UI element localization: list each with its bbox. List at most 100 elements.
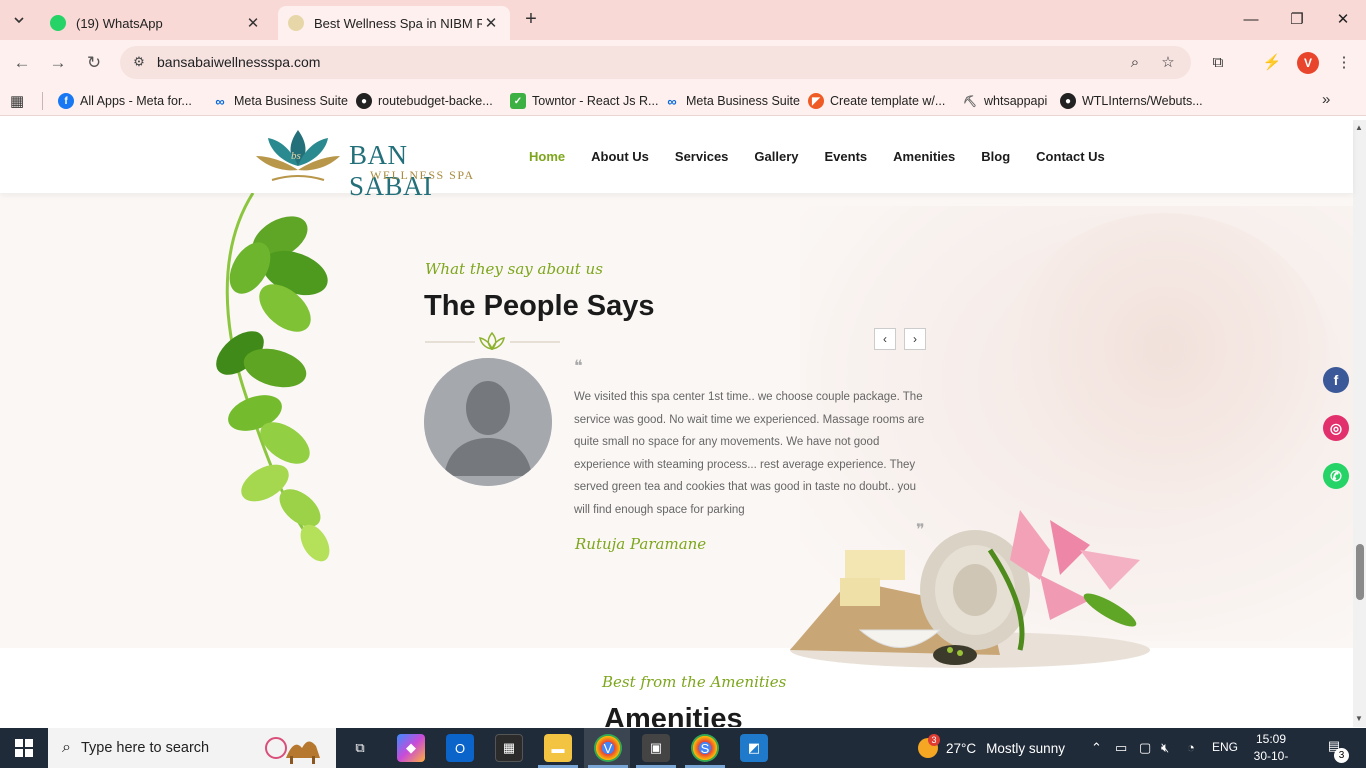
performance-icon[interactable]: ⚡ <box>1259 50 1285 76</box>
spa-lotus-icon <box>288 15 304 31</box>
testimonial-next-button[interactable]: › <box>904 328 926 350</box>
bookmark-item[interactable]: ⛏ whtsappapi <box>962 91 1047 111</box>
browser-tab-strip: (19) WhatsApp ✕ Best Wellness Spa in NIB… <box>0 0 1366 40</box>
page-scrollbar[interactable]: ▲ ▼ <box>1353 120 1366 727</box>
close-tab-icon[interactable]: ✕ <box>244 14 262 32</box>
zoom-icon[interactable]: ⌕ <box>1124 52 1146 74</box>
bookmark-item[interactable]: ● routebudget-backe... <box>356 91 493 111</box>
chevron-up-icon[interactable]: ⌃ <box>1091 740 1102 756</box>
network-icon[interactable]: ◔ <box>1187 740 1195 755</box>
file-explorer-icon[interactable]: ▬ <box>544 734 572 762</box>
review-text: We visited this spa center 1st time.. we… <box>574 391 925 516</box>
app-window-icon[interactable]: ▣ <box>642 734 670 762</box>
start-button[interactable] <box>0 728 48 768</box>
web-page: bs BAN SABAI WELLNESS SPA Home About Us … <box>0 120 1366 727</box>
bookmark-label: routebudget-backe... <box>378 94 493 108</box>
chrome-profile-s-icon[interactable]: S <box>691 734 719 762</box>
weather-widget[interactable]: 27°C Mostly sunny <box>918 728 1065 768</box>
bookmark-label: Towntor - React Js R... <box>532 94 659 108</box>
ban-sabai-logo[interactable]: bs BAN SABAI WELLNESS SPA <box>252 126 492 201</box>
quote-open-icon: ❝ <box>574 356 583 375</box>
instagram-icon[interactable]: ◎ <box>1323 415 1349 441</box>
bookmark-item[interactable]: ● WTLInterns/Webuts... <box>1060 91 1203 111</box>
apps-grid-icon[interactable]: ▦ <box>10 92 24 110</box>
address-bar[interactable]: ⚙ bansabaiwellnessspa.com ⌕ ☆ <box>120 46 1191 79</box>
site-info-icon[interactable]: ⚙ <box>130 53 148 71</box>
menu-kebab-icon[interactable]: ⋮ <box>1331 50 1357 76</box>
scrollbar-thumb[interactable] <box>1356 544 1364 600</box>
taskbar-search-box[interactable]: ⌕ Type here to search <box>48 728 336 768</box>
back-button[interactable]: ← <box>9 50 35 76</box>
reload-button[interactable]: ↻ <box>81 50 107 76</box>
more-bookmarks-icon[interactable]: » <box>1322 91 1330 108</box>
nav-amenities[interactable]: Amenities <box>893 149 955 164</box>
scroll-down-arrow-icon[interactable]: ▼ <box>1355 714 1363 723</box>
bookmark-item[interactable]: f All Apps - Meta for... <box>58 91 192 111</box>
notification-count-badge: 3 <box>1334 748 1349 763</box>
profile-avatar[interactable]: V <box>1297 52 1319 74</box>
whatsapp-icon <box>50 15 66 31</box>
weather-temperature: 27°C <box>946 740 977 756</box>
facebook-icon[interactable]: f <box>1323 367 1349 393</box>
nav-about-us[interactable]: About Us <box>591 149 649 164</box>
weather-description: Mostly sunny <box>986 740 1065 756</box>
background-face-image <box>1000 213 1330 513</box>
lotus-divider-icon <box>425 331 560 351</box>
quote-close-icon: ❞ <box>916 520 925 539</box>
bookmark-item[interactable]: ∞ Meta Business Suite <box>212 91 348 111</box>
meet-now-icon[interactable]: ▢ <box>1139 740 1151 756</box>
chevron-down-icon <box>14 17 24 24</box>
bookmark-item[interactable]: ◤ Create template w/... <box>808 91 945 111</box>
nav-home[interactable]: Home <box>529 149 565 164</box>
bookmark-label: Create template w/... <box>830 94 946 108</box>
nav-events[interactable]: Events <box>825 149 868 164</box>
task-view-icon[interactable]: ⧉ <box>346 734 374 762</box>
tab-search-button[interactable] <box>6 8 32 32</box>
postman-icon: ◤ <box>808 93 824 109</box>
restore-button[interactable]: ❐ <box>1274 6 1320 34</box>
battery-icon[interactable]: ▭ <box>1115 740 1127 756</box>
bookmarks-bar: ▦ f All Apps - Meta for... ∞ Meta Busine… <box>0 86 1366 116</box>
microsoft-store-icon[interactable]: ▦ <box>495 734 523 762</box>
tab-whatsapp[interactable]: (19) WhatsApp ✕ <box>40 6 272 40</box>
tab-title: Best Wellness Spa in NIBM Road <box>314 15 482 31</box>
outlook-icon[interactable]: O <box>446 734 474 762</box>
bookmark-separator <box>42 92 43 110</box>
bookmark-item[interactable]: ∞ Meta Business Suite <box>664 91 800 111</box>
windows-taskbar: ⌕ Type here to search ⧉ ◆ O ▦ ▬ V ▣ S ◩ … <box>0 728 1366 768</box>
clock-date: 30-10-2025 <box>1253 749 1289 768</box>
meta-icon: ∞ <box>215 93 225 109</box>
volume-muted-icon[interactable]: 🔇︎ <box>1161 740 1169 756</box>
new-tab-button[interactable]: + <box>520 8 542 31</box>
tab-title: (19) WhatsApp <box>76 15 163 31</box>
windows-logo-icon <box>15 739 33 757</box>
github-icon: ● <box>356 93 372 109</box>
photos-icon[interactable]: ◩ <box>740 734 768 762</box>
minimize-button[interactable]: — <box>1228 6 1274 34</box>
nav-gallery[interactable]: Gallery <box>754 149 798 164</box>
bookmark-label: Meta Business Suite <box>234 94 348 108</box>
forward-button[interactable]: → <box>45 50 71 76</box>
browser-toolbar: ← → ↻ ⚙ bansabaiwellnessspa.com ⌕ ☆ ⧉ ⚡ … <box>0 40 1366 86</box>
testimonial-prev-button[interactable]: ‹ <box>874 328 896 350</box>
extensions-icon[interactable]: ⧉ <box>1205 50 1231 76</box>
scroll-up-arrow-icon[interactable]: ▲ <box>1355 123 1363 132</box>
reviewer-name: Rutuja Paramane <box>575 535 707 553</box>
meta-icon: ∞ <box>667 93 677 109</box>
bookmark-label: All Apps - Meta for... <box>80 94 192 108</box>
nav-contact-us[interactable]: Contact Us <box>1036 149 1105 164</box>
nav-services[interactable]: Services <box>675 149 729 164</box>
close-tab-icon[interactable]: ✕ <box>482 14 500 32</box>
whatsapp-icon[interactable]: ✆ <box>1323 463 1349 489</box>
close-window-button[interactable]: ✕ <box>1320 6 1366 34</box>
tab-ban-sabai[interactable]: Best Wellness Spa in NIBM Road ✕ <box>278 6 510 40</box>
system-clock[interactable]: 15:09 30-10-2025 <box>1242 731 1300 768</box>
reviewer-avatar <box>424 358 552 486</box>
url-text: bansabaiwellnessspa.com <box>157 54 321 70</box>
bookmark-item[interactable]: ✓ Towntor - React Js R... <box>510 91 658 111</box>
language-indicator[interactable]: ENG <box>1212 740 1238 754</box>
nav-blog[interactable]: Blog <box>981 149 1010 164</box>
copilot-icon[interactable]: ◆ <box>397 734 425 762</box>
bookmark-star-icon[interactable]: ☆ <box>1157 52 1179 74</box>
chrome-profile-v-icon[interactable]: V <box>594 734 622 762</box>
